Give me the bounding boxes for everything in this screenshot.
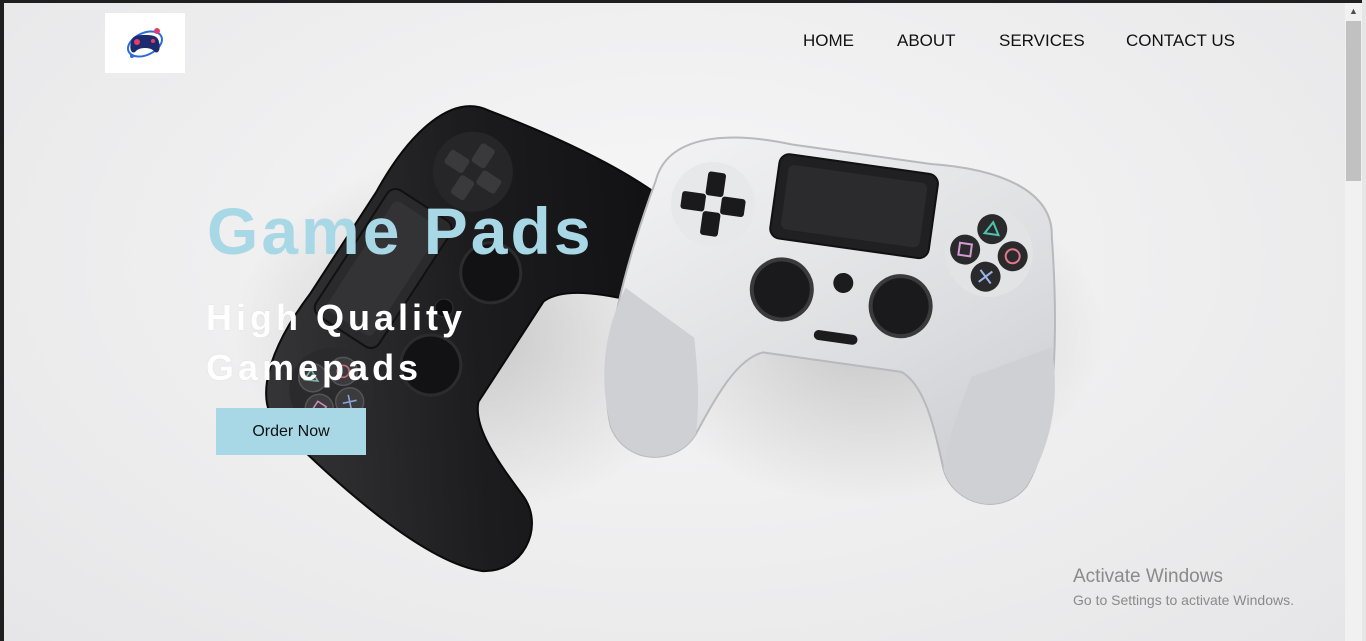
nav-contact-us[interactable]: CONTACT US <box>1126 31 1235 51</box>
order-now-button[interactable]: Order Now <box>216 408 366 455</box>
hero-subtitle: High Quality Gamepads <box>206 297 467 388</box>
nav-services[interactable]: SERVICES <box>999 31 1085 51</box>
scrollbar-thumb[interactable] <box>1346 21 1361 181</box>
hero-section: HOME ABOUT SERVICES CONTACT US Game Pads… <box>4 3 1345 641</box>
windows-activation-watermark: Activate Windows Go to Settings to activ… <box>1073 566 1294 608</box>
chevron-up-icon[interactable]: ▲ <box>1345 3 1362 19</box>
gamepad-logo-icon <box>127 28 163 58</box>
watermark-title: Activate Windows <box>1073 566 1223 587</box>
nav-about[interactable]: ABOUT <box>897 31 956 51</box>
vertical-scrollbar[interactable]: ▲ <box>1345 3 1362 641</box>
site-logo[interactable] <box>105 13 185 73</box>
hero-title: Game Pads <box>207 194 594 268</box>
nav-home[interactable]: HOME <box>803 31 854 51</box>
watermark-subtitle: Go to Settings to activate Windows. <box>1073 592 1294 608</box>
